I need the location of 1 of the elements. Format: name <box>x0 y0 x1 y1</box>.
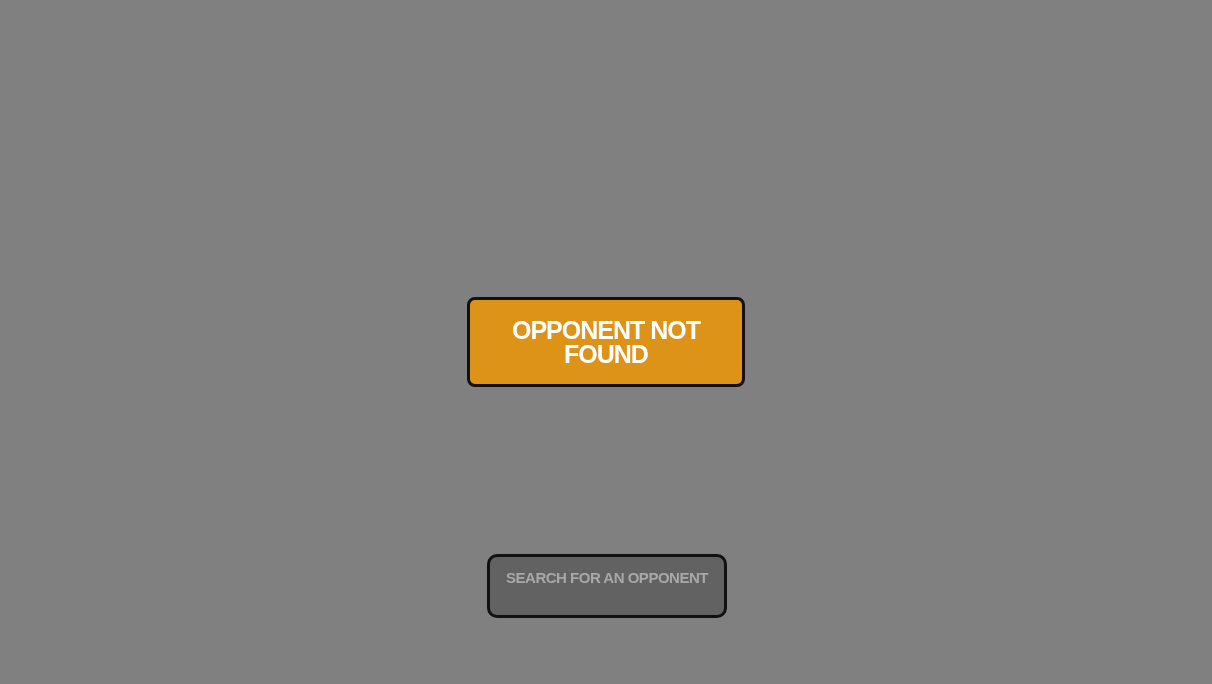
message-text: OPPONENT NOT FOUND <box>511 318 702 366</box>
